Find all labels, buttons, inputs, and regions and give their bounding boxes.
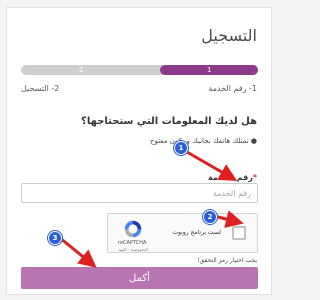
- recaptcha-terms: الخصوصية - البنود: [118, 247, 148, 252]
- annotation-badge-3: 3: [48, 231, 62, 245]
- step-2-label: 2- التسجيل: [21, 84, 60, 93]
- registration-card: التسجيل 2 1 1- رقم الخدمة 2- التسجيل هل …: [6, 7, 272, 295]
- step-1-number: 1: [207, 66, 212, 74]
- step-progress-track: 2 1: [21, 65, 258, 75]
- step-1-label: 1- رقم الخدمة: [208, 84, 257, 93]
- recaptcha-label: لست برنامج روبوت: [172, 229, 221, 236]
- recaptcha-logo-icon: [124, 220, 142, 238]
- recaptcha-widget: لست برنامج روبوت reCAPTCHA الخصوصية - ال…: [107, 213, 258, 253]
- info-bullet: ● تمتلك هاتفك بجانبك و يكون مفتوح: [150, 137, 257, 145]
- page-title: التسجيل: [201, 26, 257, 45]
- info-question: هل لديك المعلومات التي ستحتاجها؟: [81, 116, 257, 127]
- service-number-label: *رقم الخدمة: [208, 173, 257, 182]
- annotation-badge-1: 1: [174, 141, 188, 155]
- annotation-badge-2: 2: [203, 210, 217, 224]
- step-2-number: 2: [79, 66, 84, 74]
- bullet-dot: ●: [248, 137, 257, 145]
- required-mark: *: [252, 173, 257, 182]
- bullet-text: تمتلك هاتفك بجانبك و يكون مفتوح: [149, 137, 249, 145]
- step-1-segment: 1: [160, 65, 258, 75]
- service-number-input[interactable]: [21, 183, 258, 203]
- recaptcha-brand: reCAPTCHA: [118, 240, 147, 246]
- recaptcha-checkbox[interactable]: [232, 226, 246, 240]
- captcha-warning: يجب اختيار رمز التحقق!: [197, 257, 257, 264]
- submit-button[interactable]: أكمل: [21, 267, 258, 289]
- service-number-label-text: رقم الخدمة: [207, 173, 253, 182]
